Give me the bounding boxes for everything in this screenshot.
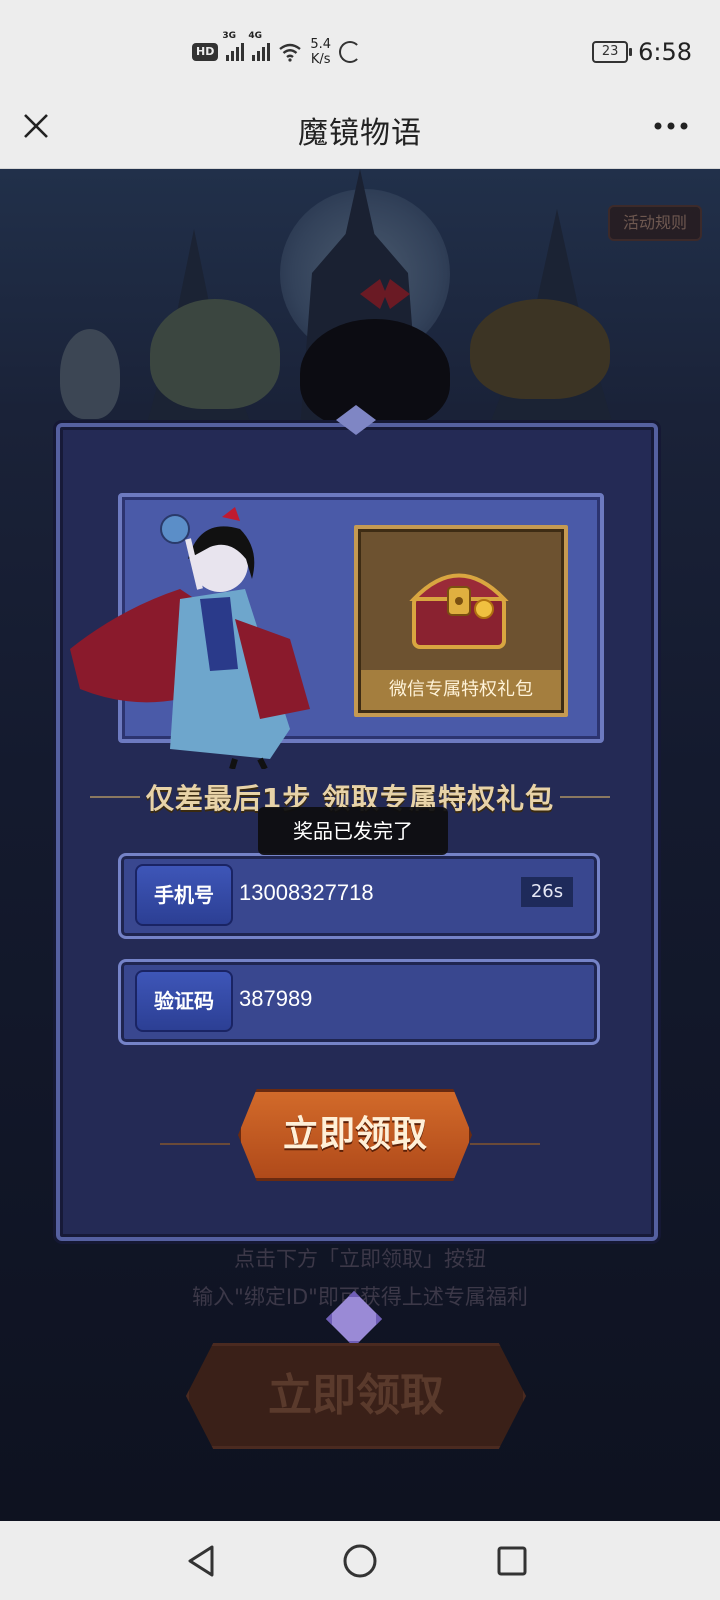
back-button[interactable] [180,1539,224,1583]
claim-divider-left [160,1143,230,1145]
signal-3g-icon: 3G [222,31,245,61]
phone-label: 手机号 [135,864,233,926]
battery-icon: 23 [592,41,633,63]
status-right: 23 6:58 [592,34,692,70]
code-label: 验证码 [135,970,233,1032]
signal-4g-icon: 4G [248,31,271,61]
snow-white-character [70,507,310,769]
toast-message: 奖品已发完了 [258,807,448,855]
back-icon [188,1545,214,1577]
home-button[interactable] [338,1539,382,1583]
speed-unit: K/s [310,52,331,67]
claim-button[interactable]: 立即领取 [238,1089,472,1181]
recents-icon [497,1546,527,1576]
home-icon [343,1544,377,1578]
network-speed: 5.4 K/s [310,37,331,67]
network-3g-label: 3G [222,31,236,41]
title-bar: 魔镜物语 [0,86,720,169]
wifi-icon [279,43,302,62]
sms-countdown-button[interactable]: 26s [521,877,573,907]
hint-line-1: 点击下方「立即领取」按钮 [234,1247,486,1271]
phone-field[interactable]: 手机号 13008327718 26s [118,853,600,939]
gift-card: 微信专属特权礼包 [354,525,568,717]
gift-label: 微信专属特权礼包 [361,670,561,710]
code-input[interactable]: 387989 [239,962,312,1036]
loading-icon [339,41,362,63]
claim-divider-right [470,1143,540,1145]
treasure-chest-icon [409,573,509,649]
navigation-bar [0,1521,720,1600]
monster-right [470,299,610,399]
claim-button-bottom[interactable]: 立即领取 [186,1343,526,1449]
monster-ghost [60,329,120,419]
page-title: 魔镜物语 [298,116,422,151]
status-left: HD 3G 4G 5.4 K/s [192,31,362,70]
princess-hair [300,319,450,429]
network-4g-label: 4G [248,31,262,41]
speed-value: 5.4 [310,37,332,52]
recents-button[interactable] [490,1539,534,1583]
rules-button[interactable]: 活动规则 [608,205,702,241]
monster-left [150,299,280,409]
phone-input[interactable]: 13008327718 [239,856,374,930]
hd-badge: HD [192,43,219,61]
more-icon [654,122,688,130]
code-field[interactable]: 验证码 387989 [118,959,600,1045]
battery-level: 23 [601,44,619,59]
more-button[interactable] [646,108,696,144]
clock: 6:58 [638,38,692,66]
